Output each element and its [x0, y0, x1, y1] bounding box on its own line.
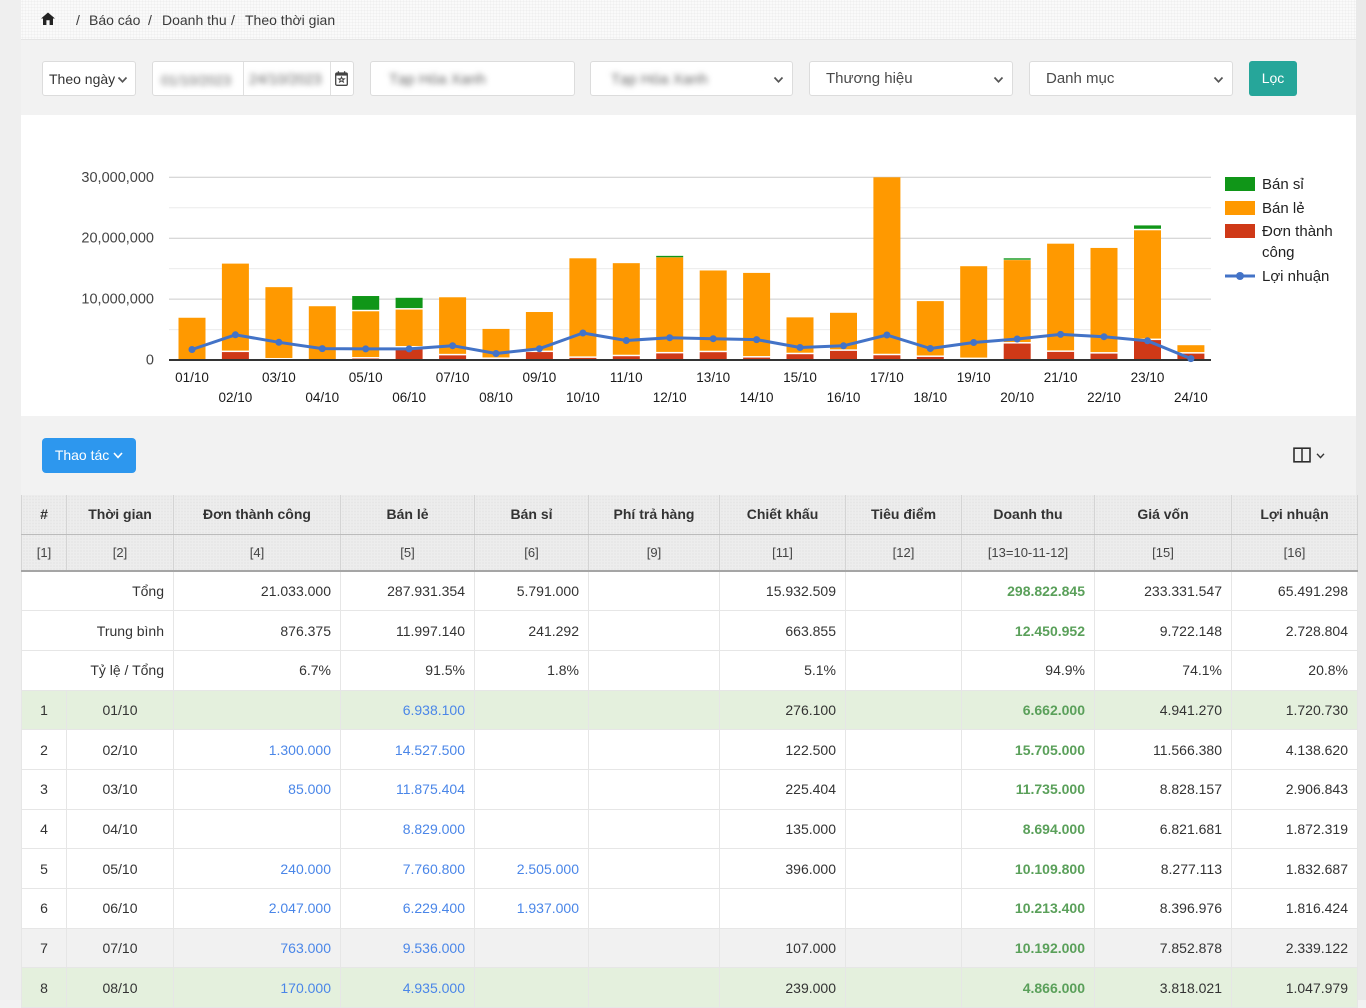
- svg-text:22/10: 22/10: [1087, 390, 1121, 405]
- svg-text:16/10: 16/10: [827, 390, 861, 405]
- svg-text:20/10: 20/10: [1000, 390, 1034, 405]
- svg-text:20,000,000: 20,000,000: [81, 231, 154, 247]
- svg-text:Bán sỉ: Bán sỉ: [1262, 176, 1304, 193]
- svg-text:19/10: 19/10: [957, 370, 991, 385]
- svg-text:11/10: 11/10: [610, 370, 643, 385]
- svg-text:03/10: 03/10: [262, 370, 296, 385]
- svg-text:21/10: 21/10: [1044, 370, 1078, 385]
- svg-text:Đơn thành: Đơn thành: [1262, 223, 1333, 240]
- svg-text:30,000,000: 30,000,000: [81, 170, 154, 186]
- svg-text:23/10: 23/10: [1131, 370, 1165, 385]
- svg-text:07/10: 07/10: [436, 370, 470, 385]
- svg-text:14/10: 14/10: [740, 390, 774, 405]
- svg-text:04/10: 04/10: [305, 390, 339, 405]
- svg-text:18/10: 18/10: [913, 390, 947, 405]
- svg-text:17/10: 17/10: [870, 370, 904, 385]
- svg-text:13/10: 13/10: [696, 370, 730, 385]
- svg-text:10,000,000: 10,000,000: [81, 292, 154, 308]
- svg-text:08/10: 08/10: [479, 390, 513, 405]
- svg-text:Bán lẻ: Bán lẻ: [1262, 200, 1305, 217]
- svg-text:02/10: 02/10: [219, 390, 253, 405]
- svg-text:05/10: 05/10: [349, 370, 383, 385]
- svg-text:09/10: 09/10: [523, 370, 557, 385]
- svg-text:công: công: [1262, 244, 1295, 261]
- svg-text:12/10: 12/10: [653, 390, 687, 405]
- svg-text:24/10: 24/10: [1174, 390, 1208, 405]
- svg-text:0: 0: [146, 353, 154, 369]
- svg-text:06/10: 06/10: [392, 390, 426, 405]
- svg-text:Lợi nhuận: Lợi nhuận: [1262, 268, 1329, 285]
- svg-text:10/10: 10/10: [566, 390, 600, 405]
- svg-text:01/10: 01/10: [175, 370, 209, 385]
- svg-text:15/10: 15/10: [783, 370, 817, 385]
